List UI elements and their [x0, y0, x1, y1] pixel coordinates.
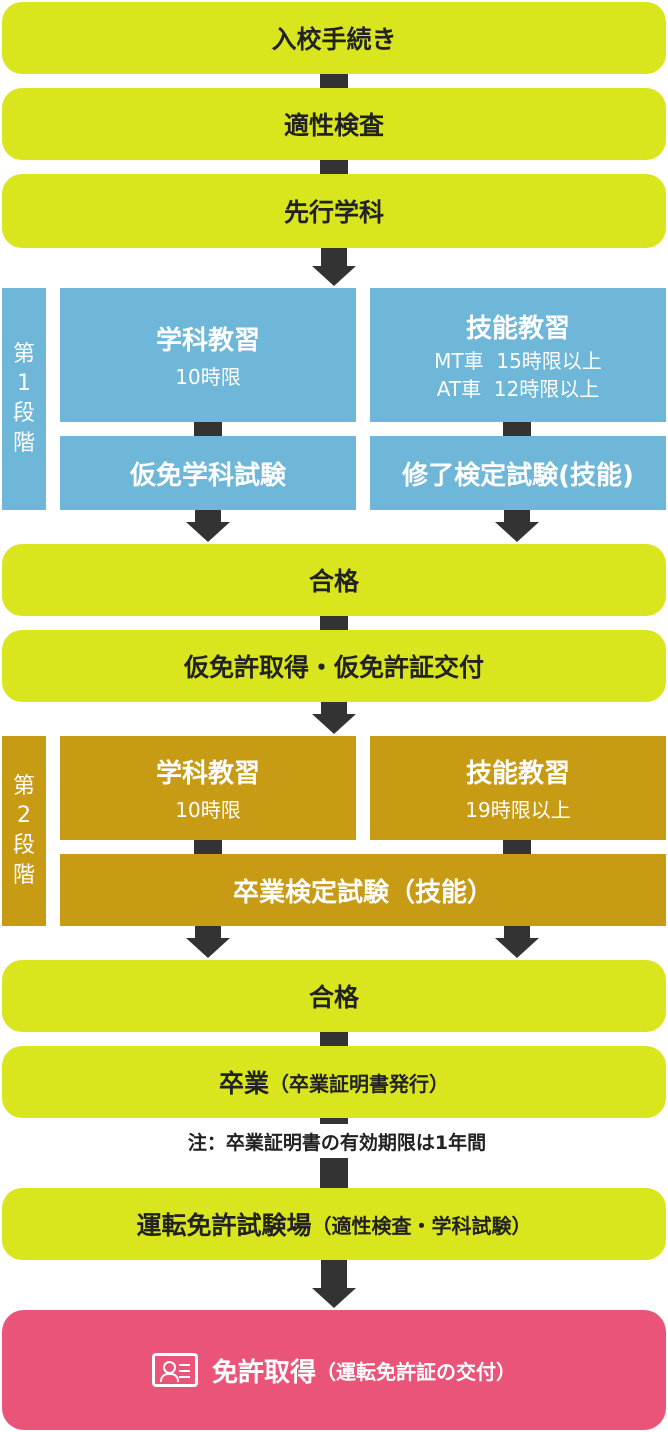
step-graduation: 卒業 （卒業証明書発行）	[2, 1046, 666, 1118]
connector	[320, 1032, 348, 1046]
arrow-shaft	[195, 926, 221, 938]
stage1-theory-title: 学科教習	[155, 325, 260, 356]
step-graduation-paren: （卒業証明書発行）	[269, 1071, 449, 1096]
step-aptitude: 適性検査	[2, 88, 666, 160]
connector	[320, 616, 348, 630]
stage1-label-char: 1	[17, 371, 31, 397]
step-license-center: 運転免許試験場 （適性検査・学科試験）	[2, 1188, 666, 1260]
connector	[503, 422, 531, 436]
arrow-down-icon	[186, 522, 230, 542]
arrow-down-icon	[312, 266, 356, 286]
stage1-skill-exam-label: 修了検定試験(技能)	[402, 460, 634, 491]
step-license-acquired: 免許取得 （運転免許証の交付）	[2, 1310, 666, 1430]
stage2-exam: 卒業検定試験（技能）	[60, 854, 666, 926]
stage1-theory-exam-label: 仮免学科試験	[129, 460, 286, 491]
license-card-icon	[151, 1353, 198, 1387]
stage2-skill-box: 技能教習 19時限以上	[370, 736, 666, 840]
stage1-theory-hours: 10時限	[175, 364, 241, 389]
arrow-shaft	[321, 248, 347, 266]
step-provisional: 仮免許取得・仮免許証交付	[2, 630, 666, 702]
stage1-label-char: 段	[12, 401, 35, 426]
note-text: 注：卒業証明書の有効期限は1年間	[187, 1131, 487, 1154]
stage2-skill-title: 技能教習	[465, 758, 570, 789]
stage2-label-char: 第	[12, 773, 35, 799]
stage1-skill-title: 技能教習	[465, 313, 570, 344]
stage1-theory-box: 学科教習 10時限	[60, 288, 356, 422]
connector	[320, 74, 348, 88]
arrow-down-icon	[495, 522, 539, 542]
stage1-skill-at: AT車 12時限以上	[436, 376, 600, 401]
stage1-label: 第 1 段 階	[2, 288, 46, 510]
arrow-down-icon	[312, 714, 356, 734]
step-admission: 入校手続き	[2, 2, 666, 74]
step-provisional-label: 仮免許取得・仮免許証交付	[183, 653, 484, 682]
arrow-shaft	[195, 510, 221, 522]
arrow-shaft	[504, 510, 530, 522]
arrow-down-icon	[186, 938, 230, 958]
stage2-skill-hours: 19時限以上	[465, 797, 571, 822]
stage2-label-char: 段	[12, 833, 35, 858]
stage2-theory-box: 学科教習 10時限	[60, 736, 356, 840]
stage2-label-char: 2	[17, 803, 31, 829]
arrow-shaft	[321, 702, 347, 714]
step-graduation-main: 卒業	[218, 1069, 269, 1098]
stage2-label: 第 2 段 階	[2, 736, 46, 926]
connector	[194, 422, 222, 436]
step-pre-study: 先行学科	[2, 174, 666, 248]
note: 注：卒業証明書の有効期限は1年間	[132, 1124, 542, 1158]
stage1-theory-exam: 仮免学科試験	[60, 436, 356, 510]
stage1-label-char: 第	[12, 341, 35, 367]
stage2-theory-hours: 10時限	[175, 797, 241, 822]
arrow-shaft	[504, 926, 530, 938]
stage2-label-char: 階	[12, 862, 35, 888]
arrow-shaft	[321, 1260, 347, 1288]
step-pre-study-label: 先行学科	[283, 198, 384, 227]
final-main: 免許取得	[211, 1357, 316, 1388]
step-center-paren: （適性検査・学科試験）	[311, 1213, 532, 1238]
connector	[320, 160, 348, 174]
stage1-label-char: 階	[12, 430, 35, 456]
stage2-theory-title: 学科教習	[155, 758, 260, 789]
stage1-skill-exam: 修了検定試験(技能)	[370, 436, 666, 510]
step-pass-1-label: 合格	[308, 567, 359, 596]
step-pass-1: 合格	[2, 544, 666, 616]
stage1-skill-mt: MT車 15時限以上	[434, 348, 602, 373]
arrow-down-icon	[495, 938, 539, 958]
stage1-skill-box: 技能教習 MT車 15時限以上 AT車 12時限以上	[370, 288, 666, 422]
step-center-main: 運転免許試験場	[136, 1211, 312, 1240]
connector	[194, 840, 222, 854]
step-aptitude-label: 適性検査	[283, 111, 384, 140]
stage2-exam-label: 卒業検定試験（技能）	[232, 877, 493, 908]
arrow-down-icon	[312, 1288, 356, 1308]
connector	[503, 840, 531, 854]
step-pass-2: 合格	[2, 960, 666, 1032]
final-paren: （運転免許証の交付）	[316, 1359, 516, 1384]
step-pass-2-label: 合格	[308, 983, 359, 1012]
step-admission-label: 入校手続き	[271, 25, 397, 54]
